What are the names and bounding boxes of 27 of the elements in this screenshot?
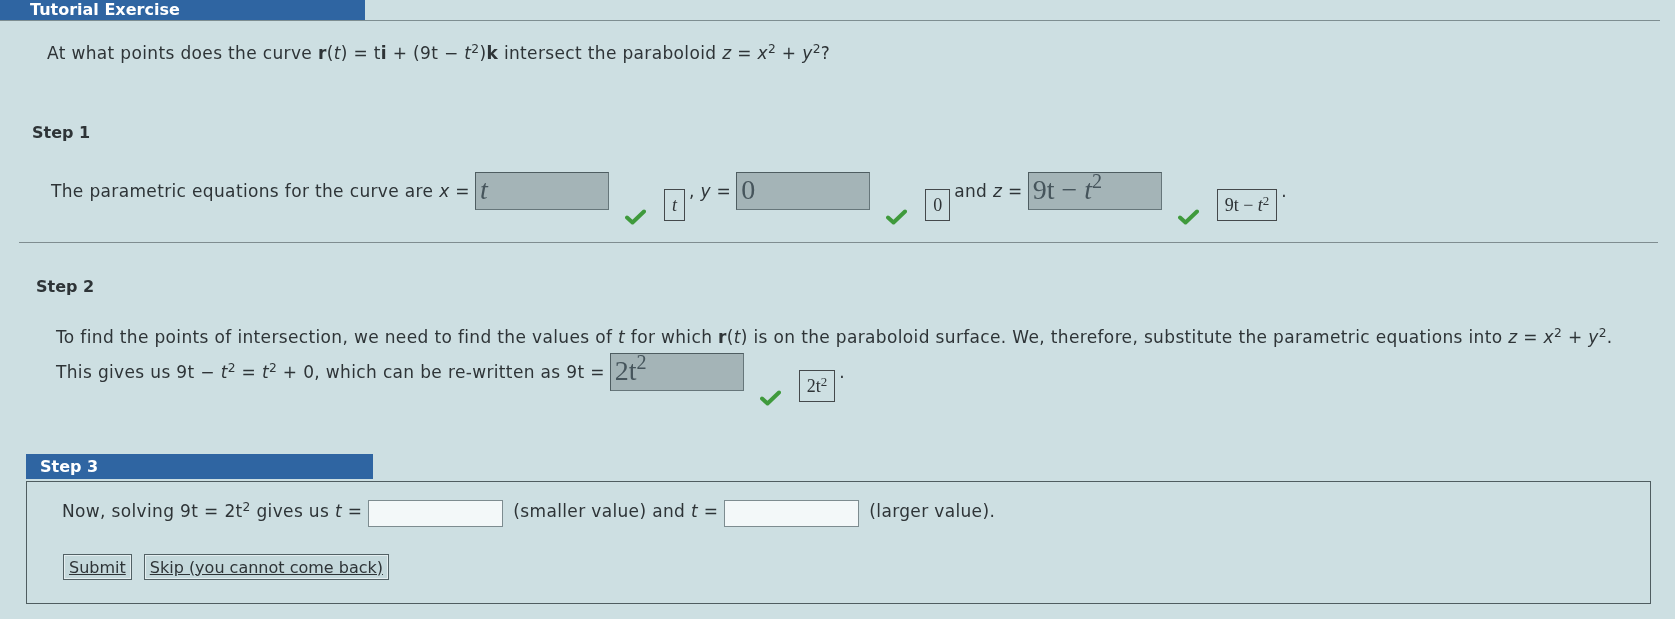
- prompt-text: and z =: [954, 180, 1023, 202]
- prompt-text: (smaller value) and t =: [513, 500, 719, 522]
- answer-field[interactable]: 9t − t$^{2}$: [1027, 172, 1162, 210]
- prompt-text: (larger value).: [869, 500, 996, 522]
- answer-input[interactable]: [724, 500, 860, 527]
- step-heading: Step 2: [36, 278, 95, 296]
- prompt-text: To find the points of intersection, we need to find the values of t for which r(t) is on the paraboloid surface. We, therefore, substitute the parametric equations into z = x$^{2}$ + y$^{2}$.: [56, 326, 1613, 348]
- prompt-text: The parametric equations for the curve are x =: [51, 180, 470, 202]
- answer-field[interactable]: t: [474, 172, 609, 210]
- answer-field[interactable]: 0: [736, 172, 871, 210]
- answer-key: 0: [925, 189, 951, 221]
- skip-button[interactable]: Skip (you cannot come back): [143, 554, 389, 580]
- step-header: Step 3: [26, 454, 373, 479]
- answer-key: 2t$^{2}$: [798, 370, 836, 402]
- exercise-title: Tutorial Exercise: [0, 0, 365, 20]
- prompt-text: .: [839, 361, 846, 383]
- answer-key: t: [663, 189, 685, 221]
- answer-input[interactable]: [368, 500, 504, 527]
- answer-key: 9t − t$^{2}$: [1216, 189, 1278, 221]
- submit-button[interactable]: Submit: [63, 554, 132, 580]
- question-text: At what points does the curve r(t) = ti + (9t − t$^{2}$)k intersect the paraboloid z = x$^{2}$ + y$^{2}$?: [47, 42, 831, 64]
- prompt-text: This gives us 9t − t$^{2}$ = t$^{2}$ + 0, which can be re-written as 9t =: [56, 361, 605, 383]
- prompt-text: , y =: [688, 180, 732, 202]
- prompt-text: Now, solving 9t = 2t$^{2}$ gives us t =: [62, 500, 363, 522]
- answer-field[interactable]: 2t$^{2}$: [609, 353, 744, 391]
- prompt-text: .: [1281, 180, 1288, 202]
- step-heading: Step 1: [32, 124, 91, 142]
